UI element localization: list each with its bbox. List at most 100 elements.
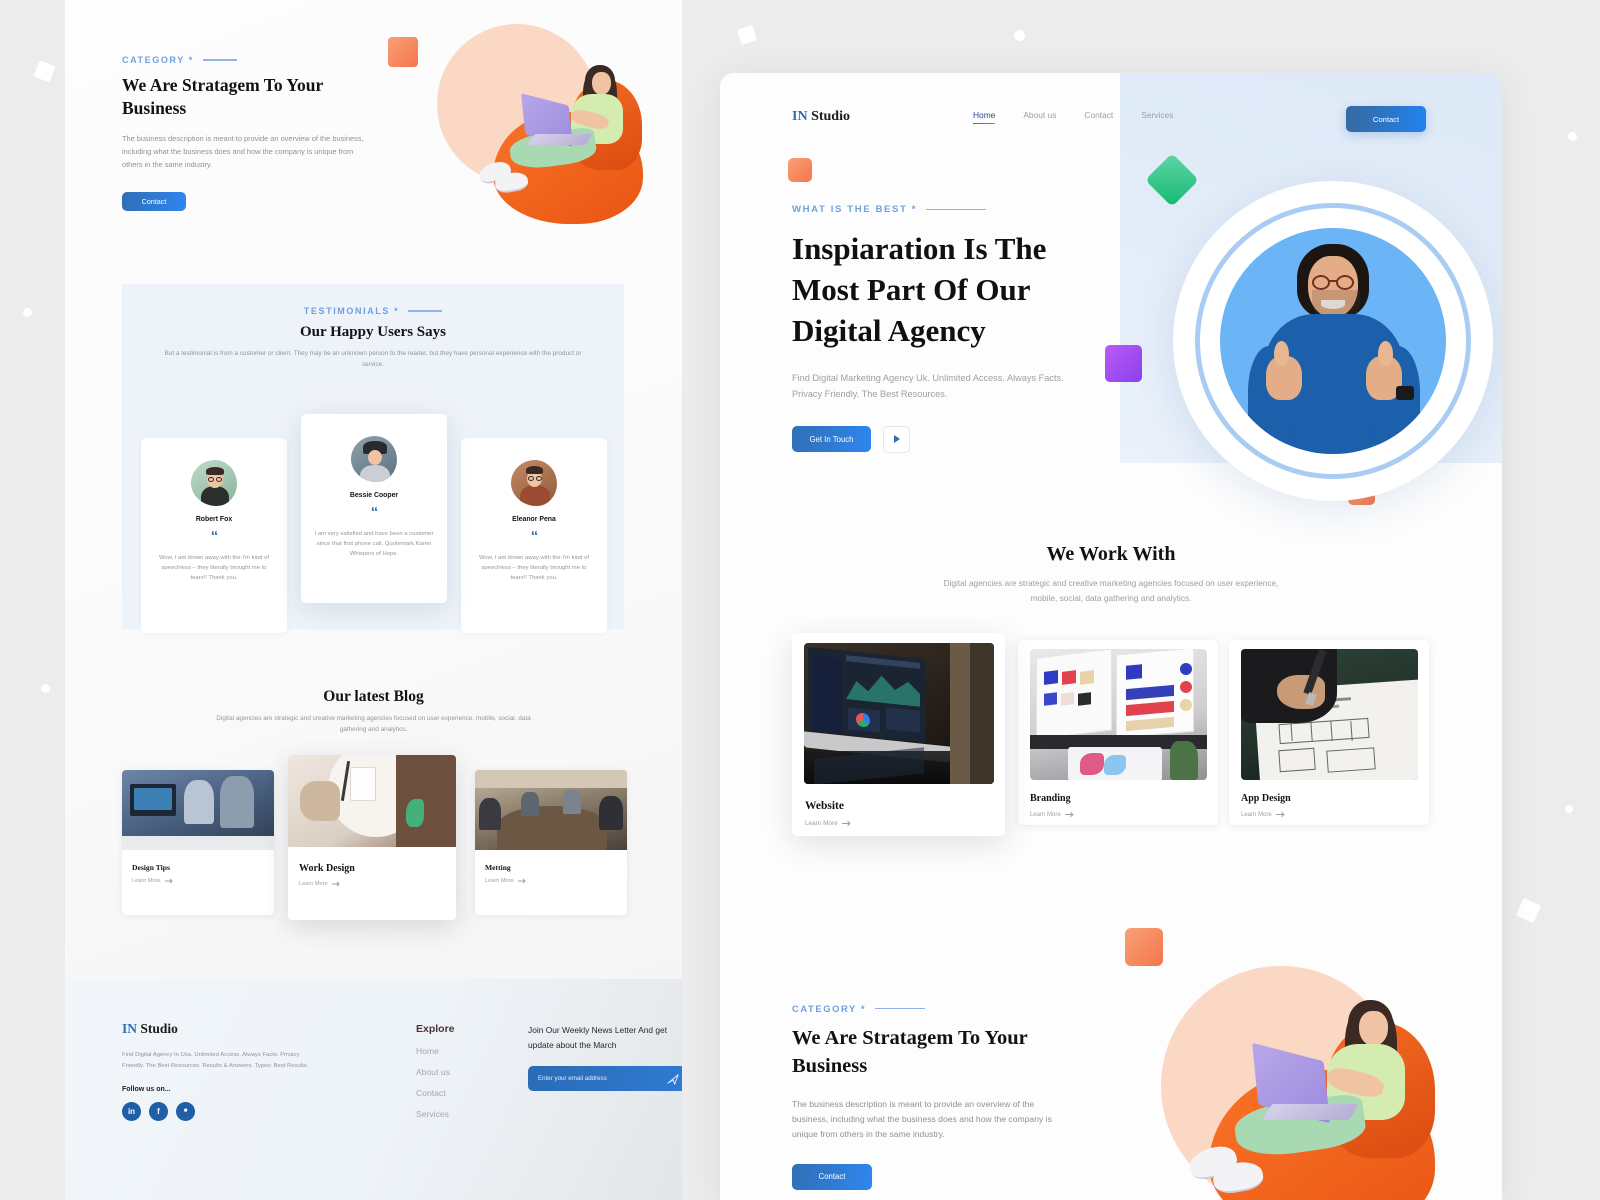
- eyebrow-label: CATEGORY *: [792, 1003, 867, 1014]
- logo-mark: IN: [792, 109, 808, 124]
- arrow-right-icon: [331, 881, 340, 887]
- play-icon: [893, 435, 900, 444]
- hero-eyebrow: WHAT IS THE BEST *: [792, 204, 1092, 215]
- service-thumbnail: [1240, 649, 1418, 780]
- nav-item-services[interactable]: Services: [1141, 110, 1173, 124]
- arrow-right-icon: [164, 878, 173, 884]
- eyebrow-label: TESTIMONIALS *: [303, 306, 400, 316]
- nav-item-about-us[interactable]: About us: [1023, 110, 1056, 124]
- footer-link-about[interactable]: About us: [416, 1067, 455, 1077]
- eyebrow-rule: [926, 208, 987, 211]
- confetti-dot: [23, 308, 32, 317]
- facebook-icon[interactable]: f: [149, 1101, 168, 1121]
- blog-learn-more[interactable]: Learn More: [299, 881, 456, 887]
- service-thumbnail: [803, 643, 994, 784]
- footer-link-services[interactable]: Services: [416, 1109, 455, 1119]
- left-hero-illustration: [375, 14, 665, 239]
- left-hero-eyebrow: CATEGORY *: [122, 55, 372, 65]
- orange-square-decoration: [788, 158, 812, 182]
- arrow-right-icon: [1064, 811, 1074, 818]
- arrow-right-icon: [841, 820, 851, 827]
- confetti-dot: [1565, 805, 1573, 813]
- youtube-icon[interactable]: ■: [176, 1101, 195, 1121]
- linkedin-icon[interactable]: in: [122, 1101, 141, 1121]
- learn-more-label: Learn More: [1030, 811, 1061, 818]
- bottom-eyebrow: CATEGORY *: [792, 1003, 1092, 1014]
- work-title: We Work With: [1046, 543, 1176, 565]
- confetti-square: [737, 25, 757, 45]
- hero-actions: Get In Touch: [792, 425, 1092, 453]
- service-card-list: Website Learn More Branding Learn More A…: [792, 633, 1432, 843]
- logo-text: Studio: [807, 109, 850, 124]
- brand-logo[interactable]: IN Studio: [792, 109, 850, 125]
- blog-card[interactable]: Design Tips Learn More: [122, 770, 274, 915]
- service-card[interactable]: Website Learn More: [792, 633, 1005, 836]
- avatar: [511, 460, 557, 506]
- hero-text-block: WHAT IS THE BEST * Inspiaration Is The M…: [792, 204, 1092, 453]
- service-learn-more[interactable]: Learn More: [805, 820, 1005, 827]
- footer-link-home[interactable]: Home: [416, 1046, 455, 1056]
- left-hero-title: We Are Stratagem To Your Business: [122, 75, 323, 119]
- blog-card[interactable]: Work Design Learn More: [288, 755, 456, 920]
- footer-logo-text: Studio: [137, 1021, 178, 1036]
- bottom-contact-button[interactable]: Contact: [792, 1163, 872, 1190]
- testimonial-card[interactable]: Robert Fox “ Wow, I am blown away with t…: [141, 438, 287, 633]
- confetti-dot: [1014, 30, 1025, 41]
- blog-card-title: Design Tips: [132, 863, 170, 872]
- service-card[interactable]: Branding Learn More: [1018, 640, 1218, 825]
- confetti-square: [33, 60, 56, 83]
- play-button[interactable]: [883, 425, 910, 453]
- testimonials-title: Our Happy Users Says: [299, 324, 446, 340]
- avatar: [351, 436, 397, 482]
- service-card[interactable]: App Design Learn More: [1229, 640, 1429, 825]
- send-icon[interactable]: [667, 1073, 679, 1085]
- quote-icon: “: [370, 504, 378, 521]
- service-learn-more[interactable]: Learn More: [1241, 811, 1429, 818]
- learn-more-label: Learn More: [805, 820, 838, 827]
- blog-thumbnail: [288, 755, 456, 847]
- confetti-dot: [1568, 132, 1577, 141]
- quote-icon: “: [530, 528, 538, 545]
- footer-description: Find Digital Agency In Usa. Unlimited Ac…: [122, 1052, 309, 1069]
- eyebrow-label: WHAT IS THE BEST *: [792, 204, 918, 215]
- blog-thumbnail: [122, 770, 274, 850]
- testimonials-subtitle: But a testimonial is from a customer or …: [164, 350, 582, 368]
- blog-learn-more[interactable]: Learn More: [485, 878, 627, 884]
- left-hero-body: The business description is meant to pro…: [122, 133, 364, 169]
- get-in-touch-button[interactable]: Get In Touch: [792, 426, 871, 453]
- blog-subtitle: Digital agencies are strategic and creat…: [216, 715, 531, 733]
- hero-title: Inspiaration Is The Most Part Of Our Dig…: [792, 231, 1047, 348]
- nav-item-home[interactable]: Home: [972, 110, 996, 125]
- blog-section-header: Our latest Blog Digital agencies are str…: [65, 688, 682, 736]
- newsletter-email-input[interactable]: [538, 1075, 667, 1083]
- purple-square-decoration: [1105, 345, 1142, 382]
- testimonial-name: Eleanor Pena: [512, 516, 556, 523]
- testimonial-text: I am very satisfied and have been a cust…: [314, 530, 434, 558]
- footer-link-contact[interactable]: Contact: [416, 1088, 455, 1098]
- arrow-right-icon: [1275, 811, 1285, 818]
- left-hero-text: CATEGORY * We Are Stratagem To Your Busi…: [122, 55, 372, 211]
- nav-links: Home About us Contact Services: [972, 110, 1173, 125]
- service-card-title: Website: [805, 800, 844, 812]
- learn-more-label: Learn More: [299, 881, 328, 887]
- testimonial-name: Bessie Cooper: [349, 492, 399, 499]
- eyebrow-rule: [875, 1007, 926, 1010]
- work-subtitle: Digital agencies are strategic and creat…: [943, 578, 1279, 603]
- blog-card-title: Metting: [485, 863, 511, 872]
- testimonial-card[interactable]: Bessie Cooper “ I am very satisfied and …: [301, 414, 447, 603]
- beanbag-illustration: [475, 62, 660, 227]
- service-learn-more[interactable]: Learn More: [1030, 811, 1218, 818]
- right-page-preview: IN Studio Home About us Contact Services…: [720, 73, 1502, 1200]
- explore-heading: Explore: [416, 1023, 455, 1035]
- nav-item-contact[interactable]: Contact: [1084, 110, 1113, 124]
- testimonial-card[interactable]: Eleanor Pena “ Wow, I am blown away with…: [461, 438, 607, 633]
- quote-icon: “: [210, 528, 218, 545]
- blog-card[interactable]: Metting Learn More: [475, 770, 627, 915]
- blog-thumbnail: [475, 770, 627, 850]
- testimonial-text: Wow, I am blown away with the I'm kind o…: [478, 554, 590, 582]
- blog-card-title: Work Design: [299, 863, 355, 874]
- nav-contact-button[interactable]: Contact: [1346, 106, 1426, 132]
- left-hero-contact-button[interactable]: Contact: [122, 191, 186, 211]
- service-thumbnail: [1029, 649, 1207, 780]
- blog-learn-more[interactable]: Learn More: [132, 878, 274, 884]
